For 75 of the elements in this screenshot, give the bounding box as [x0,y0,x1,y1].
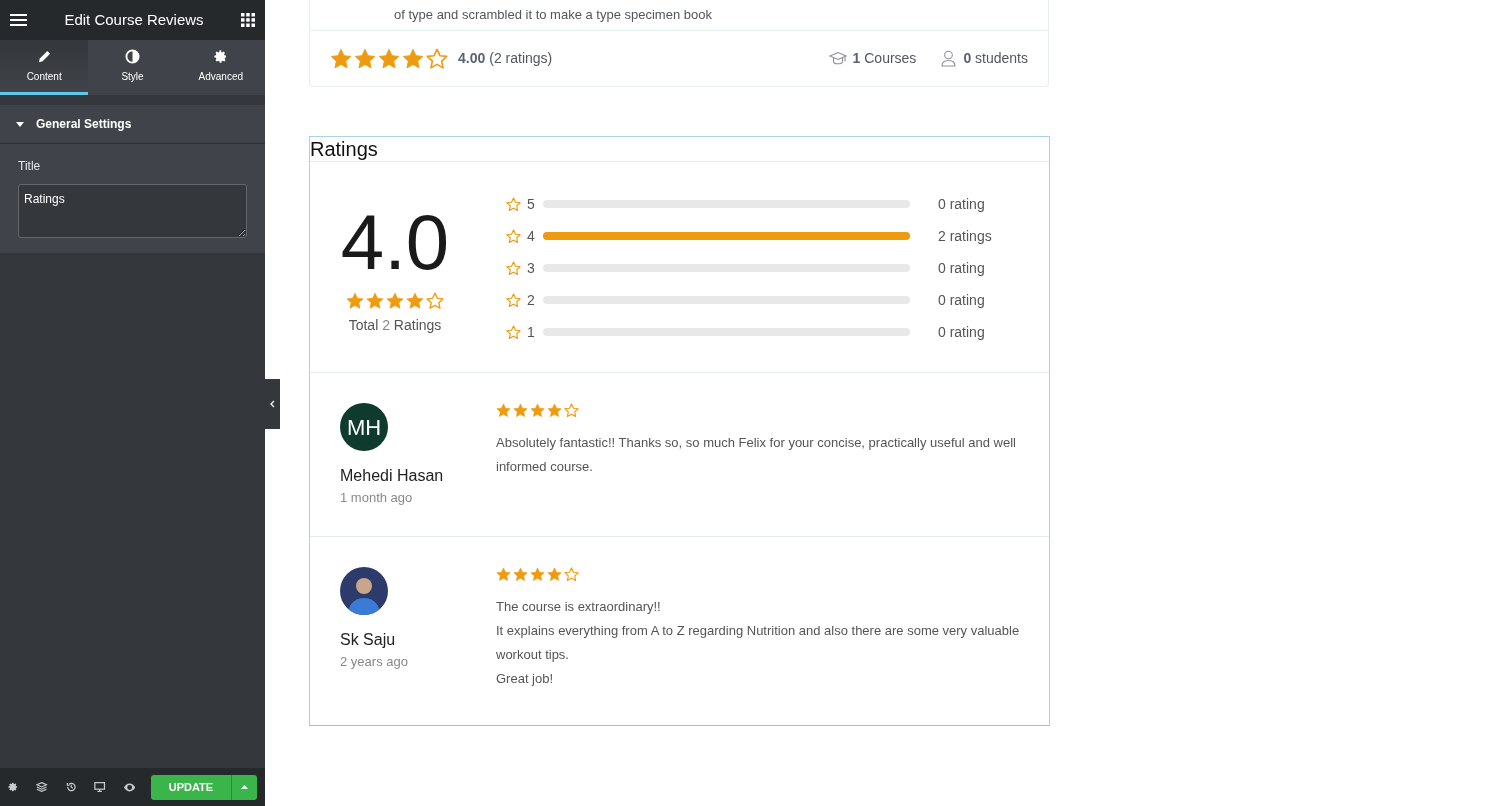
rating-count: 0 rating [938,258,985,278]
star-filled-icon [354,47,376,70]
review-text: The course is extraordinary!! [496,598,662,616]
menu-icon[interactable] [10,13,27,27]
graduation-cap-icon [828,50,847,67]
courses-count: 1 Courses [852,49,917,68]
star-level: 2 [527,290,536,310]
total-ratings: Total 2 Ratings [348,316,442,335]
star-filled-icon [513,403,528,418]
rating-value: 4.00 [458,49,486,68]
eye-icon[interactable] [123,782,135,792]
star-filled-icon [530,567,545,582]
star-outline-icon [426,292,444,310]
star-level: 1 [527,322,536,342]
avatar: MH [340,403,388,451]
students-count: 0 students [963,49,1028,68]
star-outline-icon [506,260,521,276]
contrast-icon [125,48,140,64]
rating-count: 0 rating [938,290,985,310]
gear-icon [213,48,229,64]
star-filled-icon [366,292,384,310]
review-text: Absolutely fantastic!! Thanks so, so much Felix for your concise, practically useful and well informed course. [496,434,1017,476]
chevron-left-icon [270,400,275,408]
rating-count: 0 rating [938,322,985,342]
review-time: 1 month ago [340,489,414,507]
panel-tab[interactable]: Content [0,40,89,95]
pencil-icon [36,48,52,64]
star-outline-icon [564,403,579,418]
reviewer-name: Sk Saju [340,630,397,650]
collapse-panel-handle[interactable] [265,379,280,429]
star-filled-icon [406,292,424,310]
star-outline-icon [506,292,521,308]
rating-count: 0 rating [938,194,985,214]
star-filled-icon [530,403,545,418]
star-outline-icon [426,47,448,70]
layers-icon[interactable] [36,781,48,793]
caret-up-icon [240,785,248,789]
review-text: Great job! [496,670,555,688]
panel-title: Edit Course Reviews [64,9,204,30]
settings-icon[interactable] [8,781,19,793]
section-header[interactable]: General Settings [0,105,265,144]
user-icon [941,50,957,67]
star-filled-icon [547,567,562,582]
average-rating: 4.0 [340,202,450,282]
instructor-description: of type and scrambled it to make a type specimen book [394,7,712,22]
star-filled-icon [496,403,511,418]
review-text: It explains everything from A to Z regarding Nutrition and also there are some very valuable workout tips. [496,622,1021,664]
star-filled-icon [496,567,511,582]
title-input[interactable]: Ratings [18,184,247,238]
field-label: Title [18,158,42,175]
star-filled-icon [547,403,562,418]
star-outline-icon [506,196,521,212]
star-filled-icon [378,47,400,70]
star-filled-icon [402,47,424,70]
star-outline-icon [506,324,521,340]
ratings-count: (2 ratings) [489,49,553,68]
desktop-icon[interactable] [94,781,106,793]
history-icon[interactable] [65,781,77,793]
star-level: 3 [527,258,536,278]
reviewer-name: Mehedi Hasan [340,466,445,486]
widget-title: Ratings [310,137,379,161]
star-filled-icon [330,47,352,70]
update-options-button[interactable] [230,774,257,800]
star-filled-icon [386,292,404,310]
star-level: 5 [527,194,536,214]
apps-grid-icon[interactable] [241,13,255,27]
star-filled-icon [513,567,528,582]
avatar-silhouette [340,567,388,615]
star-level: 4 [527,226,536,246]
rating-count: 2 ratings [938,226,992,246]
caret-icon [16,121,24,127]
star-outline-icon [506,228,521,244]
star-filled-icon [346,292,364,310]
review-time: 2 years ago [340,653,409,671]
star-outline-icon [564,567,579,582]
